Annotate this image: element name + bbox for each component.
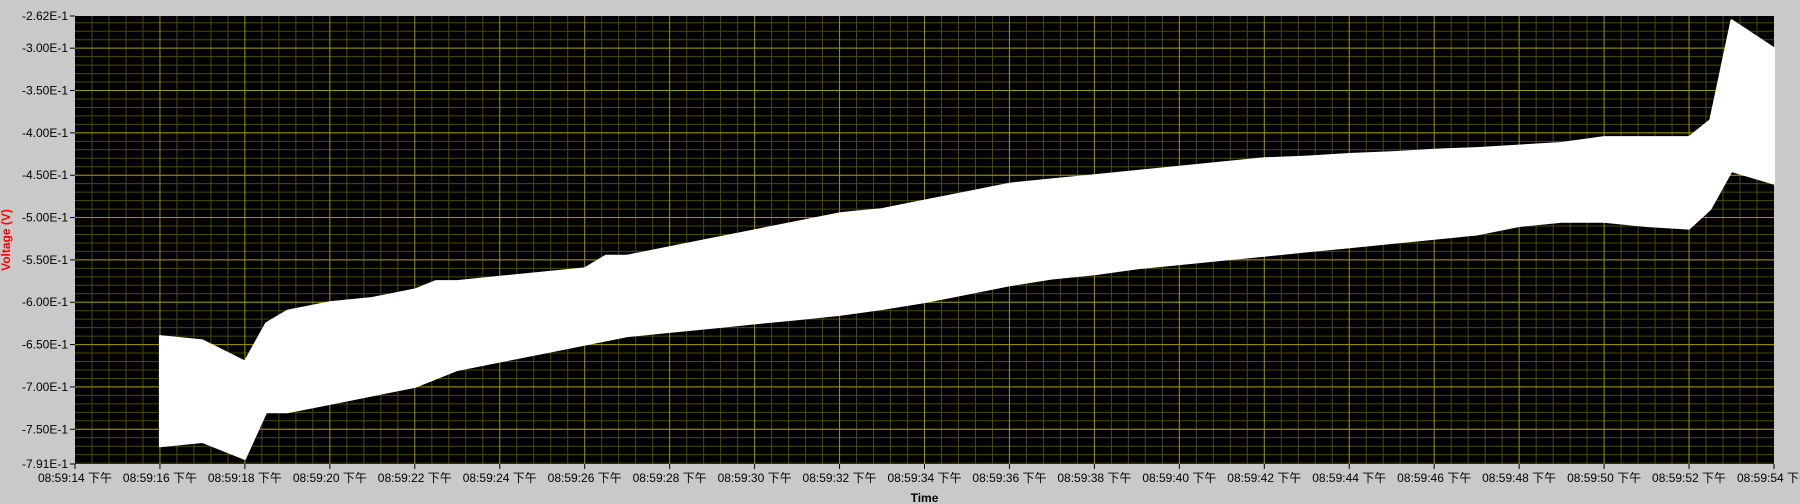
x-tick-label: 08:59:38 下午 [1057,471,1131,485]
x-tick-label: 08:59:40 下午 [1142,471,1216,485]
y-tick-label: -2.62E-1 [22,9,68,23]
x-tick-label: 08:59:32 下午 [803,471,877,485]
x-tick-label: 08:59:28 下午 [633,471,707,485]
x-tick-label: 08:59:20 下午 [293,471,367,485]
y-tick-label: -4.50E-1 [22,168,68,182]
y-tick-label: -3.50E-1 [22,84,68,98]
x-tick-label: 08:59:18 下午 [208,471,282,485]
x-tick-label: 08:59:52 下午 [1652,471,1726,485]
x-tick-label: 08:59:50 下午 [1567,471,1641,485]
x-tick-label: 08:59:16 下午 [123,471,197,485]
x-tick-label: 08:59:26 下午 [548,471,622,485]
y-tick-label: -6.00E-1 [22,295,68,309]
x-tick-label: 08:59:24 下午 [463,471,537,485]
y-tick-label: -5.50E-1 [22,253,68,267]
x-tick-label: 08:59:36 下午 [972,471,1046,485]
y-axis-title: Voltage (V) [0,209,13,271]
x-tick-label: 08:59:54 下午 [1737,471,1800,485]
x-tick-label: 08:59:30 下午 [718,471,792,485]
y-tick-label: -5.00E-1 [22,211,68,225]
x-tick-label: 08:59:46 下午 [1397,471,1471,485]
x-tick-label: 08:59:22 下午 [378,471,452,485]
x-tick-label: 08:59:34 下午 [887,471,961,485]
y-tick-label: -7.50E-1 [22,422,68,436]
x-tick-label: 08:59:42 下午 [1227,471,1301,485]
y-tick-label: -7.00E-1 [22,380,68,394]
y-tick-label: -7.91E-1 [22,457,68,471]
x-tick-label: 08:59:14 下午 [38,471,112,485]
x-tick-label: 08:59:44 下午 [1312,471,1386,485]
x-axis-title: Time [911,491,939,504]
x-tick-label: 08:59:48 下午 [1482,471,1556,485]
y-tick-label: -3.00E-1 [22,41,68,55]
y-tick-label: -6.50E-1 [22,338,68,352]
y-tick-label: -4.00E-1 [22,126,68,140]
voltage-time-graph: -2.62E-1 -3.00E-1 -3.50E-1 -4.00E-1 -4.50E-1… [0,0,1800,504]
